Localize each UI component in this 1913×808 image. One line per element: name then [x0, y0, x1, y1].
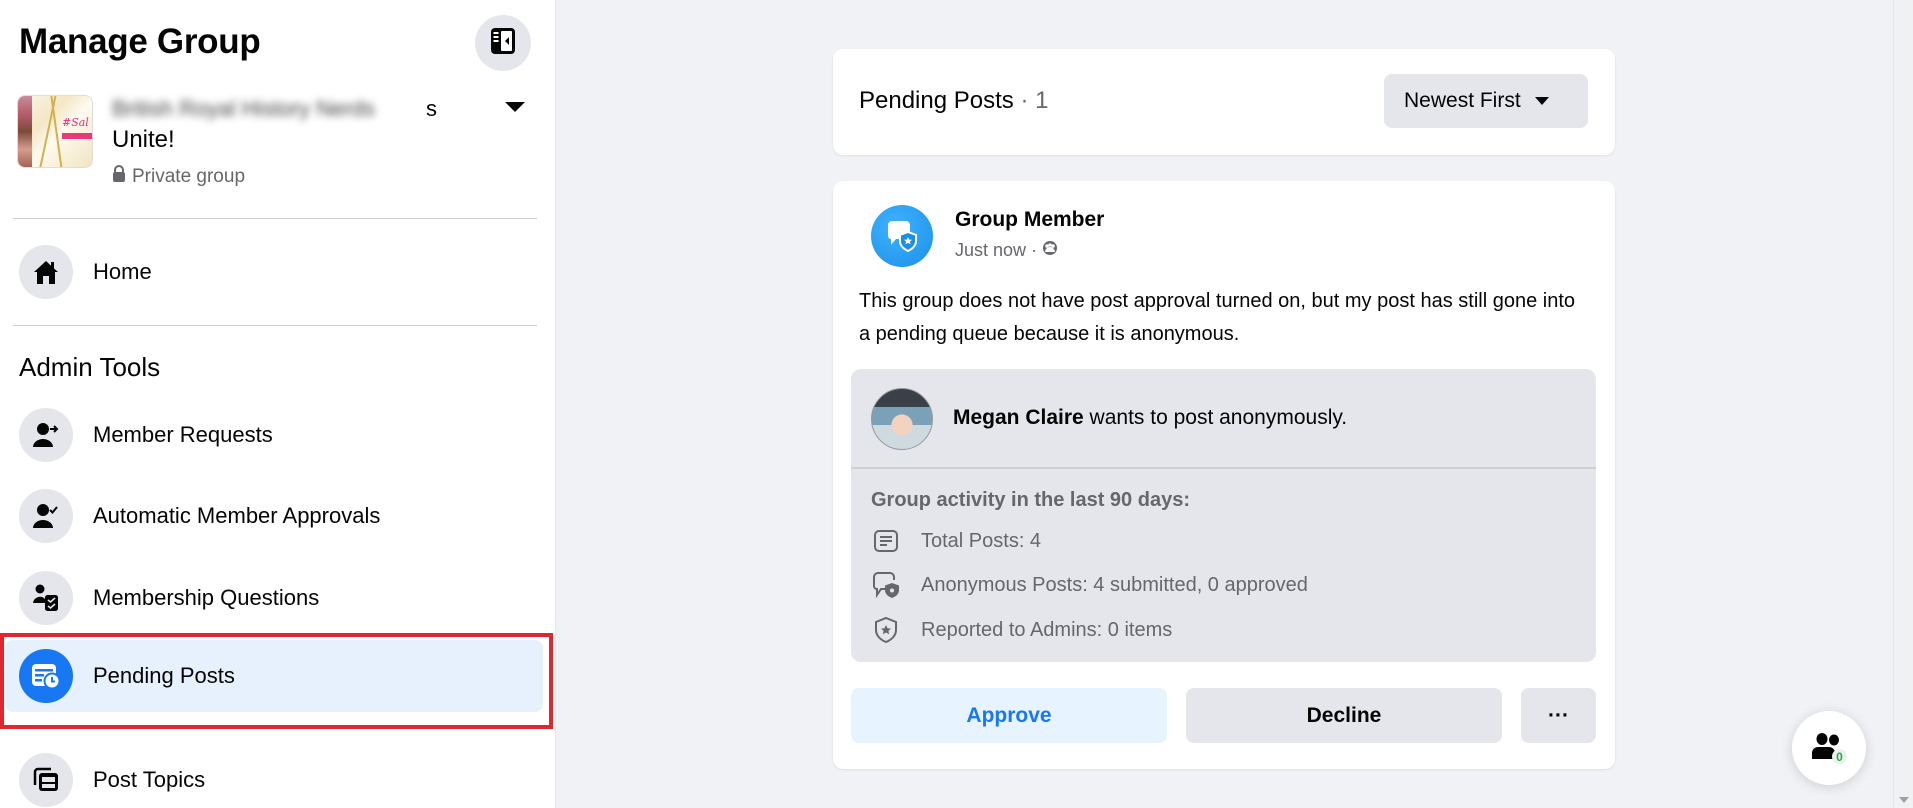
sidebar-item-post-topics[interactable]: Post Topics [5, 744, 543, 808]
sidebar-item-label: Home [93, 259, 152, 284]
anonymous-request-header: Megan Claire wants to post anonymously. [851, 369, 1596, 469]
sidebar-item-pending-posts[interactable]: Pending Posts [5, 640, 543, 712]
sidebar-item-label: Membership Questions [93, 585, 320, 610]
person-check-icon [19, 489, 73, 543]
shield-star-icon [871, 615, 901, 645]
meta-separator: · [1031, 240, 1038, 260]
home-icon [19, 245, 73, 299]
group-switcher-caret-icon[interactable] [505, 102, 525, 112]
anonymous-request-panel: Megan Claire wants to post anonymously. … [851, 369, 1596, 662]
post-list-icon [871, 526, 901, 556]
activity-text: Reported to Admins: 0 items [921, 618, 1173, 641]
sidebar-item-label: Member Requests [93, 422, 273, 447]
pending-posts-header-card: Pending Posts · 1 Newest First [833, 49, 1615, 155]
sort-dropdown[interactable]: Newest First [1384, 74, 1588, 128]
requester-avatar[interactable] [871, 388, 933, 450]
anonymous-member-avatar [871, 205, 933, 267]
admin-tools-heading: Admin Tools [19, 352, 161, 382]
post-timestamp[interactable]: Just now [955, 240, 1026, 261]
sidebar-collapse-icon [490, 27, 516, 60]
lock-icon [112, 165, 126, 188]
page-scrollbar[interactable] [1893, 0, 1913, 808]
decline-button[interactable]: Decline [1186, 688, 1502, 743]
activity-row-anonymous-posts: Anonymous Posts: 4 submitted, 0 approved [871, 570, 1308, 600]
sidebar-item-label: Automatic Member Approvals [93, 503, 381, 528]
anonymous-request-text: Megan Claire wants to post anonymously. [953, 406, 1347, 430]
post-topics-icon [19, 753, 73, 807]
pending-count: 1 [1035, 87, 1049, 114]
sort-label: Newest First [1404, 89, 1521, 112]
group-name-suffix: s [426, 96, 437, 121]
sidebar-item-home[interactable]: Home [5, 236, 543, 308]
anonymous-chat-icon [871, 570, 901, 600]
activity-heading: Group activity in the last 90 days: [871, 489, 1190, 511]
more-options-button[interactable]: ··· [1521, 688, 1596, 743]
group-audience-icon [1042, 240, 1058, 261]
page-title: Pending Posts · 1 [859, 87, 1048, 115]
sidebar-item-label: Post Topics [93, 767, 206, 792]
activity-text: Anonymous Posts: 4 submitted, 0 approved [921, 573, 1308, 596]
group-name-blurred[interactable]: British Royal History Nerds [112, 96, 375, 122]
divider [13, 325, 537, 326]
anonymous-chat-icon [888, 221, 917, 252]
sidebar-item-member-requests[interactable]: Member Requests [5, 399, 543, 471]
scroll-down-arrow-icon[interactable] [1899, 797, 1909, 803]
sidebar-title: Manage Group [19, 22, 261, 61]
group-name[interactable]: Unite! [112, 126, 175, 154]
chevron-down-icon [1534, 97, 1549, 105]
approve-button[interactable]: Approve [851, 688, 1167, 743]
person-clipboard-icon [19, 571, 73, 625]
sidebar-item-automatic-member-approvals[interactable]: Automatic Member Approvals [5, 480, 543, 552]
requester-name[interactable]: Megan Claire [953, 406, 1084, 429]
pending-count-separator: · [1013, 87, 1036, 114]
person-arrow-icon [19, 408, 73, 462]
page-title-label: Pending Posts [859, 87, 1014, 114]
manage-group-sidebar: Manage Group #Sal British Royal History … [0, 0, 556, 808]
request-description: wants to post anonymously. [1083, 406, 1348, 429]
pending-post-card: Group Member Just now · This group does … [833, 181, 1615, 769]
online-count-badge: 0 [1832, 749, 1847, 764]
activity-row-reported: Reported to Admins: 0 items [871, 615, 1172, 645]
sidebar-item-membership-questions[interactable]: Membership Questions [5, 562, 543, 634]
post-author[interactable]: Group Member [955, 208, 1104, 232]
activity-text: Total Posts: 4 [921, 529, 1042, 552]
sidebar-item-label: Pending Posts [93, 663, 235, 688]
group-privacy: Private group [112, 165, 245, 188]
group-cover-thumbnail[interactable]: #Sal [17, 95, 93, 168]
more-horizontal-icon: ··· [1548, 703, 1569, 727]
pending-posts-icon [19, 649, 73, 703]
post-body: This group does not have post approval t… [859, 290, 1575, 345]
collapse-sidebar-button[interactable] [475, 15, 531, 71]
divider [13, 218, 537, 219]
privacy-label: Private group [132, 165, 246, 187]
activity-row-total-posts: Total Posts: 4 [871, 526, 1041, 556]
floating-members-button[interactable]: 0 [1792, 711, 1866, 785]
post-meta: Just now · [955, 240, 1058, 261]
